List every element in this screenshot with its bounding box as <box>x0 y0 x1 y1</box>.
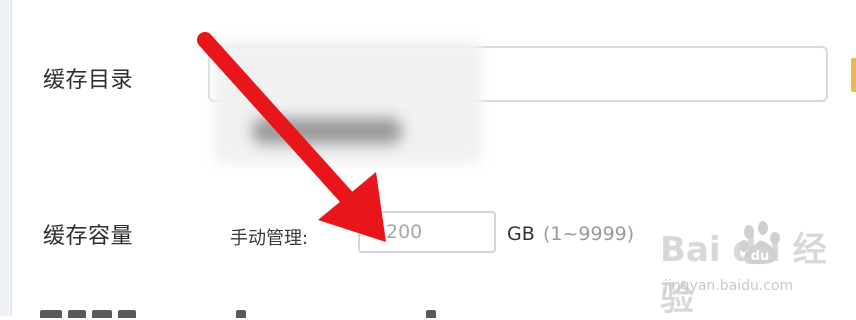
red-arrow-annotation-icon <box>197 32 386 242</box>
arrow-shaft <box>197 32 366 218</box>
